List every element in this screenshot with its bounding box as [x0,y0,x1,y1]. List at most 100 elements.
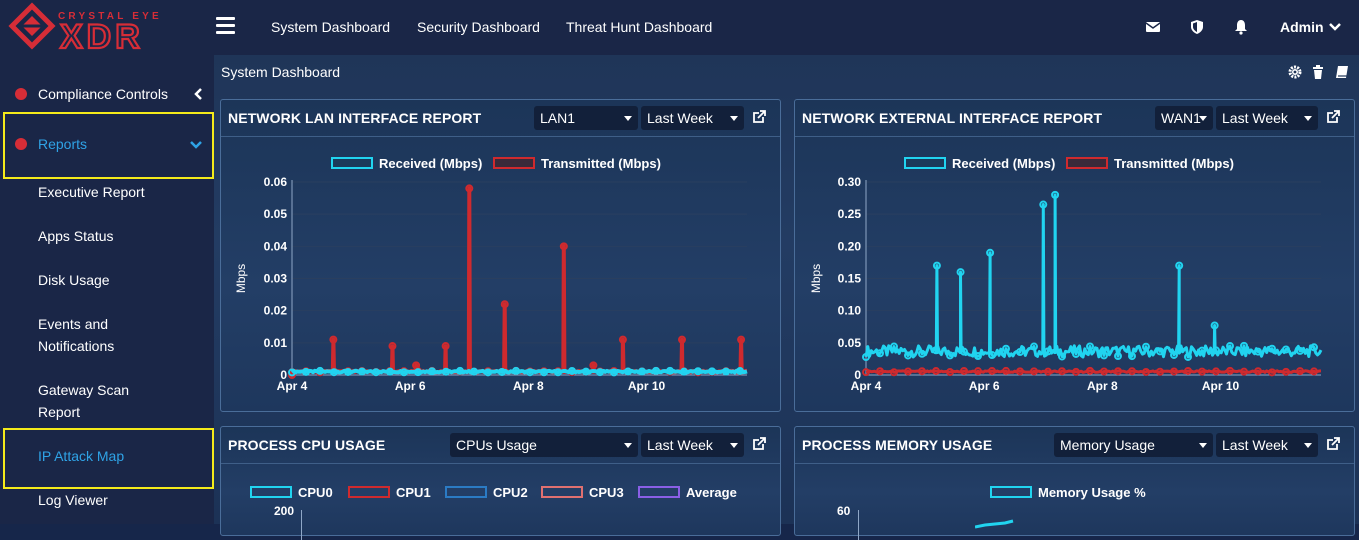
top-bar: CRYSTAL EYE XDR System Dashboard Securit… [0,0,1359,55]
x-tick-label: Apr 4 [851,379,882,393]
legend-cpu0[interactable]: CPU0 [250,485,333,500]
sidebar-item-reports[interactable]: Reports [38,133,87,155]
legend-cpu2-label: CPU2 [493,485,528,500]
legend-average-label: Average [686,485,737,500]
interface-select[interactable]: WAN1 [1155,106,1213,130]
nav-system-dashboard[interactable]: System Dashboard [271,19,390,35]
x-tick-label: Apr 10 [1202,379,1240,393]
range-select[interactable]: Last Week [641,433,744,457]
y-axis-label: Mbps [809,264,823,293]
external-link-icon[interactable] [752,110,766,124]
y-tick-label: 0.04 [264,239,288,253]
y-tick-label: 0.01 [264,336,288,350]
bell-icon[interactable] [1233,19,1249,35]
panel-cpu-usage: PROCESS CPU USAGE CPUs Usage Last Week C… [220,426,781,540]
y-tick-label: 0.05 [264,207,288,221]
sidebar: Compliance Controls Reports Executive Re… [0,55,214,524]
user-menu[interactable]: Admin [1280,19,1342,35]
x-tick-label: Apr 8 [513,379,544,393]
legend-cpu2[interactable]: CPU2 [445,485,528,500]
legend-memory-usage-label: Memory Usage % [1038,485,1146,500]
legend-received[interactable]: Received (Mbps) [331,156,482,171]
range-select-value: Last Week [1222,437,1288,453]
panel-header: NETWORK LAN INTERFACE REPORT LAN1 Last W… [221,100,780,137]
legend-cpu3-label: CPU3 [589,485,624,500]
page-title: System Dashboard [221,64,341,80]
nav-security-dashboard[interactable]: Security Dashboard [417,19,540,35]
legend-transmitted-label: Transmitted (Mbps) [1114,156,1234,171]
y-tick-label: 0.15 [838,272,862,286]
panel-external-interface: NETWORK EXTERNAL INTERFACE REPORT WAN1 L… [794,99,1355,412]
sidebar-item-ip-attack-map[interactable]: IP Attack Map [38,445,124,467]
panel-title: NETWORK LAN INTERFACE REPORT [228,110,482,126]
range-select-value: Last Week [1222,110,1288,126]
legend-received-label: Received (Mbps) [952,156,1056,171]
legend-cpu0-label: CPU0 [298,485,333,500]
sidebar-item-apps-status[interactable]: Apps Status [38,225,114,247]
y-tick-top: 200 [274,504,295,518]
sidebar-item-log-viewer[interactable]: Log Viewer [38,489,108,511]
shield-icon[interactable] [1189,19,1205,35]
sidebar-item-gateway-scan-report[interactable]: Gateway Scan Report [38,379,138,423]
legend-received-label: Received (Mbps) [379,156,483,171]
legend-memory-usage[interactable]: Memory Usage % [990,485,1146,500]
x-tick-label: Apr 6 [395,379,426,393]
legend-transmitted[interactable]: Transmitted (Mbps) [493,156,661,171]
crystal-eye-logo[interactable]: CRYSTAL EYE XDR [8,2,183,54]
settings-gear-icon[interactable] [1288,65,1302,79]
y-axis [858,510,859,540]
x-tick-label: Apr 10 [628,379,666,393]
y-tick-label: 0.20 [838,239,862,253]
y-tick-label: 0.25 [838,207,862,221]
y-axis [301,510,302,540]
interface-select[interactable]: LAN1 [534,106,638,130]
trash-icon[interactable] [1312,65,1324,79]
x-tick-label: Apr 4 [277,379,308,393]
panel-lan-interface: NETWORK LAN INTERFACE REPORT LAN1 Last W… [220,99,781,412]
range-select[interactable]: Last Week [641,106,744,130]
series-line [864,193,1323,359]
chevron-down-icon [1329,23,1342,31]
y-tick-label: 0.03 [264,272,288,286]
external-link-icon[interactable] [752,437,766,451]
legend-received[interactable]: Received (Mbps) [904,156,1055,171]
sidebar-item-executive-report[interactable]: Executive Report [38,181,145,203]
y-tick-label: 0.02 [264,304,288,318]
legend-cpu3[interactable]: CPU3 [541,485,624,500]
legend-cpu1-label: CPU1 [396,485,431,500]
y-tick-label: 0.06 [264,175,288,189]
external-link-icon[interactable] [1326,437,1340,451]
hamburger-menu-icon[interactable] [216,17,235,34]
range-select[interactable]: Last Week [1216,106,1318,130]
interface-select-value: WAN1 [1161,110,1201,126]
legend-average[interactable]: Average [638,485,737,500]
memory-select[interactable]: Memory Usage [1054,433,1213,457]
reports-icon [15,138,27,150]
legend-transmitted[interactable]: Transmitted (Mbps) [1066,156,1234,171]
range-select[interactable]: Last Week [1216,433,1318,457]
sidebar-item-disk-usage[interactable]: Disk Usage [38,269,110,291]
legend-cpu1[interactable]: CPU1 [348,485,431,500]
range-select-value: Last Week [647,437,713,453]
external-link-icon[interactable] [1326,110,1340,124]
chevron-down-icon[interactable] [189,140,203,150]
book-icon[interactable] [1335,65,1349,79]
wan-chart: 00.050.100.150.200.250.30MbpsApr 4 Apr 6A… [809,175,1323,393]
brand-name: XDR [60,18,144,54]
y-tick-label: 0.05 [838,336,862,350]
panel-header: PROCESS MEMORY USAGE Memory Usage Last W… [795,427,1354,464]
y-tick-label: 0.30 [838,175,862,189]
nav-threat-hunt-dashboard[interactable]: Threat Hunt Dashboard [566,19,712,35]
y-tick-top: 60 [837,504,851,518]
mail-icon[interactable] [1145,19,1161,35]
panel-memory-usage: PROCESS MEMORY USAGE Memory Usage Last W… [794,426,1355,540]
panel-header: NETWORK EXTERNAL INTERFACE REPORT WAN1 L… [795,100,1354,137]
sidebar-item-compliance-controls[interactable]: Compliance Controls [38,83,168,105]
cpu-select[interactable]: CPUs Usage [450,433,638,457]
x-tick-label: Apr 6 [969,379,1000,393]
highlight-box-reports [3,112,214,179]
memory-select-value: Memory Usage [1060,437,1155,453]
chevron-left-icon[interactable] [193,88,203,100]
y-tick-label: 0.10 [838,304,862,318]
sidebar-item-events-notifications[interactable]: Events and Notifications [38,313,128,357]
